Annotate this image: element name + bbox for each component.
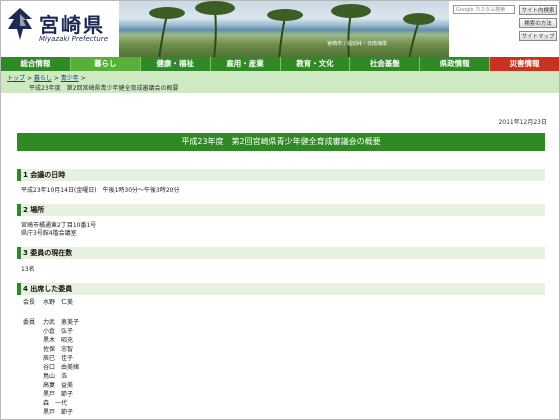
site-logo-name: 宮崎県 bbox=[39, 13, 105, 37]
member-name: 森 一代 bbox=[43, 400, 68, 407]
nav-health-welfare[interactable]: 健康・福祉 bbox=[141, 57, 211, 71]
member-name: 力武 恵美子 bbox=[43, 319, 80, 326]
browser-frame: 宮崎県 Miyazaki Prefecture 宮崎市 / 堀切峠・日南海岸 G… bbox=[0, 0, 560, 420]
nav-education-culture[interactable]: 教育・文化 bbox=[281, 57, 351, 71]
page-title: 平成23年度 第2回宮崎県青少年健全育成審議会の概要 bbox=[17, 133, 545, 151]
nav-employment-industry[interactable]: 雇用・産業 bbox=[211, 57, 281, 71]
search-help-button[interactable]: 検索の方法 bbox=[519, 18, 557, 28]
photo-caption: 宮崎市 / 堀切峠・日南海岸 bbox=[327, 41, 387, 47]
member-name: 辰巳 佳子 bbox=[43, 355, 74, 362]
nav-infrastructure[interactable]: 社会基盤 bbox=[350, 57, 421, 71]
section-heading-attendees: 4 出席した委員 bbox=[17, 283, 545, 295]
member-name: 黒戸 節子 bbox=[43, 391, 74, 398]
member-name: 佐保 忠智 bbox=[43, 346, 74, 353]
chair-name: 水野 仁美 bbox=[43, 299, 74, 306]
breadcrumb-separator: > bbox=[80, 75, 86, 82]
sitemap-button[interactable]: サイトマップ bbox=[519, 31, 557, 41]
nav-disaster-info[interactable]: 災害情報 bbox=[490, 57, 559, 71]
breadcrumb-separator: > bbox=[26, 75, 34, 82]
global-nav: 総合情報 暮らし 健康・福祉 雇用・産業 教育・文化 社会基盤 県政情報 災害情… bbox=[1, 57, 559, 71]
section-text-datetime: 平成23年10月14日(金曜日) 午後1時30分～午後3時20分 bbox=[21, 187, 180, 194]
member-name: 谷口 由美緒 bbox=[43, 364, 80, 371]
section-text-room: 県庁3号館4階会議室 bbox=[21, 230, 77, 237]
palm-trees-image bbox=[149, 1, 435, 59]
breadcrumb-top-link[interactable]: トップ bbox=[7, 75, 25, 82]
member-name: 小倉 弘子 bbox=[43, 328, 74, 335]
section-text-member-count: 13名 bbox=[21, 266, 35, 273]
header-photo: 宮崎市 / 堀切峠・日南海岸 bbox=[119, 1, 449, 59]
breadcrumb: トップ > 暮らし > 青少年 > 平成23年度 第2回宮崎県青少年健全育成審議… bbox=[1, 71, 559, 93]
member-name: 鳥山 浩 bbox=[43, 373, 68, 380]
section-heading-place: 2 場所 bbox=[17, 204, 545, 216]
members-label: 委員 bbox=[23, 319, 36, 326]
nav-living[interactable]: 暮らし bbox=[70, 57, 141, 71]
section-heading-datetime: 1 会議の日時 bbox=[17, 169, 545, 181]
section-heading-member-count: 3 委員の現在数 bbox=[17, 247, 545, 259]
nav-general[interactable]: 総合情報 bbox=[1, 57, 71, 71]
site-logo[interactable]: 宮崎県 Miyazaki Prefecture bbox=[7, 7, 117, 47]
section-text-address: 宮崎市橘通東2丁目10番1号 bbox=[21, 222, 97, 229]
utility-area: Google カスタム検索 サイト内検索 検索の方法 サイトマップ bbox=[451, 1, 559, 59]
site-search-button[interactable]: サイト内検索 bbox=[519, 5, 557, 15]
breadcrumb-separator: > bbox=[53, 75, 61, 82]
breadcrumb-youth-link[interactable]: 青少年 bbox=[61, 75, 79, 82]
site-logo-subtitle: Miyazaki Prefecture bbox=[39, 35, 108, 43]
prefecture-emblem-icon bbox=[8, 8, 32, 40]
breadcrumb-links: トップ > 暮らし > 青少年 > bbox=[7, 73, 86, 82]
site-header: 宮崎県 Miyazaki Prefecture 宮崎市 / 堀切峠・日南海岸 G… bbox=[1, 1, 559, 59]
member-name: 黒戸 節子 bbox=[43, 409, 74, 416]
chair-label: 会長 bbox=[23, 299, 36, 306]
breadcrumb-living-link[interactable]: 暮らし bbox=[34, 75, 52, 82]
search-input[interactable]: Google カスタム検索 bbox=[453, 5, 515, 14]
breadcrumb-current: 平成23年度 第2回宮崎県青少年健全育成審議会の概要 bbox=[29, 85, 179, 92]
publish-date: 2011年12月23日 bbox=[498, 119, 547, 126]
nav-prefectural-info[interactable]: 県政情報 bbox=[420, 57, 491, 71]
member-name: 高妻 益美 bbox=[43, 382, 74, 389]
member-name: 黒木 昭充 bbox=[43, 337, 74, 344]
